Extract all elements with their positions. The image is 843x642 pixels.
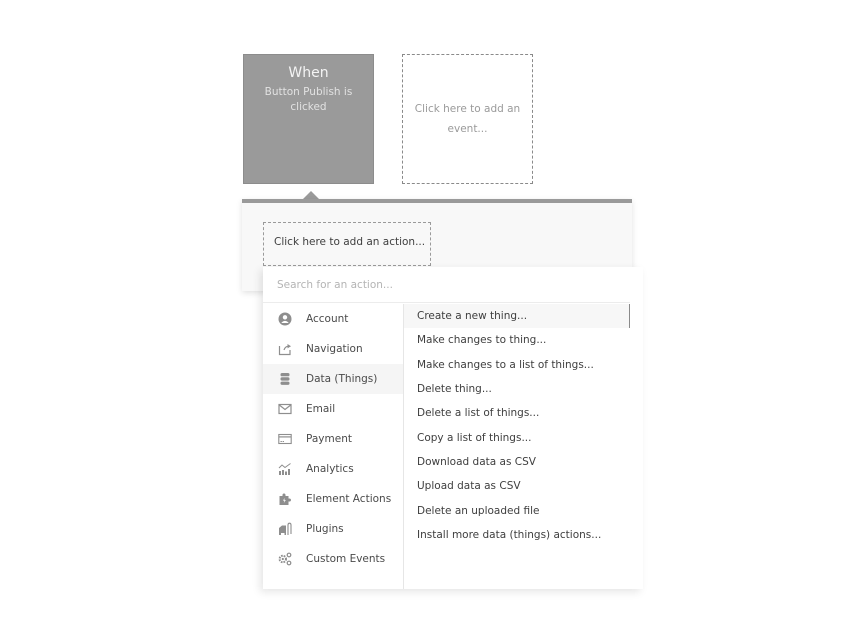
action-item-upload-csv[interactable]: Upload data as CSV — [404, 474, 630, 498]
add-action-button[interactable]: Click here to add an action... — [263, 222, 431, 266]
event-description: Button Publish is clicked — [264, 86, 353, 113]
category-label: Custom Events — [306, 553, 386, 565]
add-event-button[interactable]: Click here to add an event... — [402, 54, 533, 184]
analytics-icon — [277, 461, 293, 477]
category-label: Analytics — [306, 463, 354, 475]
panel-pointer — [303, 191, 319, 199]
action-item-make-changes-to-thing[interactable]: Make changes to thing... — [404, 328, 630, 352]
gears-icon — [277, 551, 293, 567]
category-label: Email — [306, 403, 336, 415]
category-item-navigation[interactable]: Navigation — [263, 334, 403, 364]
database-icon — [277, 371, 293, 387]
category-label: Element Actions — [306, 493, 392, 505]
category-list: Account Navigation Data (Things) Email P… — [263, 304, 404, 589]
category-label: Navigation — [306, 343, 363, 355]
payment-icon — [277, 431, 293, 447]
action-item-install-more-actions[interactable]: Install more data (things) actions... — [404, 523, 630, 547]
category-item-plugins[interactable]: Plugins — [263, 514, 403, 544]
action-item-delete-list[interactable]: Delete a list of things... — [404, 401, 630, 425]
category-item-account[interactable]: Account — [263, 304, 403, 334]
account-icon — [277, 311, 293, 327]
action-list: Create a new thing... Make changes to th… — [404, 304, 630, 589]
action-item-create-new-thing[interactable]: Create a new thing... — [404, 304, 630, 329]
action-item-copy-list[interactable]: Copy a list of things... — [404, 425, 630, 449]
action-item-download-csv[interactable]: Download data as CSV — [404, 450, 630, 474]
navigation-icon — [277, 341, 293, 357]
add-event-label: Click here to add an event... — [414, 103, 521, 135]
category-item-payment[interactable]: Payment — [263, 424, 403, 454]
category-label: Data (Things) — [306, 373, 378, 385]
category-item-custom-events[interactable]: Custom Events — [263, 544, 403, 574]
category-item-data-things[interactable]: Data (Things) — [263, 364, 403, 394]
email-icon — [277, 401, 293, 417]
event-title: When — [288, 65, 329, 81]
category-label: Plugins — [306, 523, 344, 535]
action-search-input[interactable] — [263, 267, 630, 303]
action-dropdown: Account Navigation Data (Things) Email P… — [263, 267, 643, 589]
action-item-delete-thing[interactable]: Delete thing... — [404, 377, 630, 401]
category-item-analytics[interactable]: Analytics — [263, 454, 403, 484]
category-label: Account — [306, 313, 349, 325]
action-item-delete-uploaded-file[interactable]: Delete an uploaded file — [404, 498, 630, 522]
plugins-icon — [277, 521, 293, 537]
action-item-make-changes-to-list[interactable]: Make changes to a list of things... — [404, 353, 630, 377]
category-item-element-actions[interactable]: Element Actions — [263, 484, 403, 514]
category-item-email[interactable]: Email — [263, 394, 403, 424]
event-card-button-publish[interactable]: When Button Publish is clicked — [243, 54, 374, 184]
add-action-label: Click here to add an action... — [274, 236, 426, 248]
category-label: Payment — [306, 433, 352, 445]
puzzle-icon — [277, 491, 293, 507]
